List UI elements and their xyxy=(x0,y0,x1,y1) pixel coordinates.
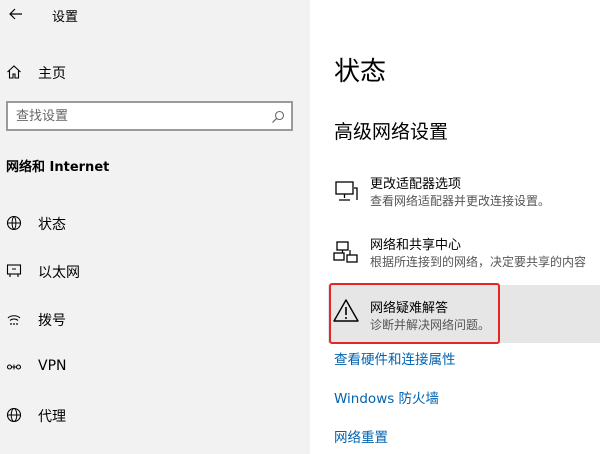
vpn-icon xyxy=(6,359,22,375)
sidebar-item-status[interactable]: 状态 xyxy=(0,208,310,238)
option-description: 根据所连接到的网络，决定要共享的内容 xyxy=(370,255,587,269)
option-sharing-center[interactable]: 网络和共享中心 根据所连接到的网络，决定要共享的内容 xyxy=(328,231,600,281)
globe-icon xyxy=(6,407,22,423)
dialup-icon xyxy=(6,311,22,327)
highlight-box xyxy=(329,283,500,344)
sharing-center-icon xyxy=(332,239,360,267)
ethernet-icon xyxy=(6,263,22,279)
sidebar: 设置 主页 网络和 Internet 状态 以太网 拨号 VP xyxy=(0,0,310,454)
back-arrow-icon[interactable] xyxy=(8,6,24,22)
search-input[interactable] xyxy=(16,107,256,125)
link-network-reset[interactable]: 网络重置 xyxy=(334,426,388,446)
option-title: 网络和共享中心 xyxy=(370,238,462,253)
home-icon xyxy=(6,64,22,80)
option-title: 更改适配器选项 xyxy=(370,177,462,192)
page-title: 状态 xyxy=(334,57,387,87)
sidebar-item-label: 拨号 xyxy=(38,313,66,329)
search-icon[interactable] xyxy=(271,109,285,123)
sidebar-item-label: 主页 xyxy=(38,66,66,82)
option-description: 查看网络适配器并更改连接设置。 xyxy=(370,194,551,208)
adapter-icon xyxy=(332,178,360,206)
sidebar-item-proxy[interactable]: 代理 xyxy=(0,400,310,430)
section-title: 网络和 Internet xyxy=(6,160,110,175)
sidebar-item-dialup[interactable]: 拨号 xyxy=(0,304,310,334)
section-heading: 高级网络设置 xyxy=(334,121,449,143)
sidebar-item-vpn[interactable]: VPN xyxy=(0,352,310,382)
sidebar-item-label: 状态 xyxy=(38,217,66,233)
sidebar-item-label: 代理 xyxy=(38,409,66,425)
link-hardware-properties[interactable]: 查看硬件和连接属性 xyxy=(334,348,456,368)
window-title: 设置 xyxy=(52,10,79,25)
sidebar-item-label: 以太网 xyxy=(38,265,80,281)
link-windows-firewall[interactable]: Windows 防火墙 xyxy=(334,387,439,407)
home-status-icon xyxy=(6,215,22,231)
sidebar-item-ethernet[interactable]: 以太网 xyxy=(0,256,310,286)
sidebar-item-label: VPN xyxy=(38,358,67,374)
search-box[interactable] xyxy=(6,101,293,131)
main-content: 状态 高级网络设置 更改适配器选项 查看网络适配器并更改连接设置。 网络和共享中… xyxy=(310,0,600,454)
sidebar-item-home[interactable]: 主页 xyxy=(0,58,310,86)
option-change-adapter[interactable]: 更改适配器选项 查看网络适配器并更改连接设置。 xyxy=(328,170,600,220)
